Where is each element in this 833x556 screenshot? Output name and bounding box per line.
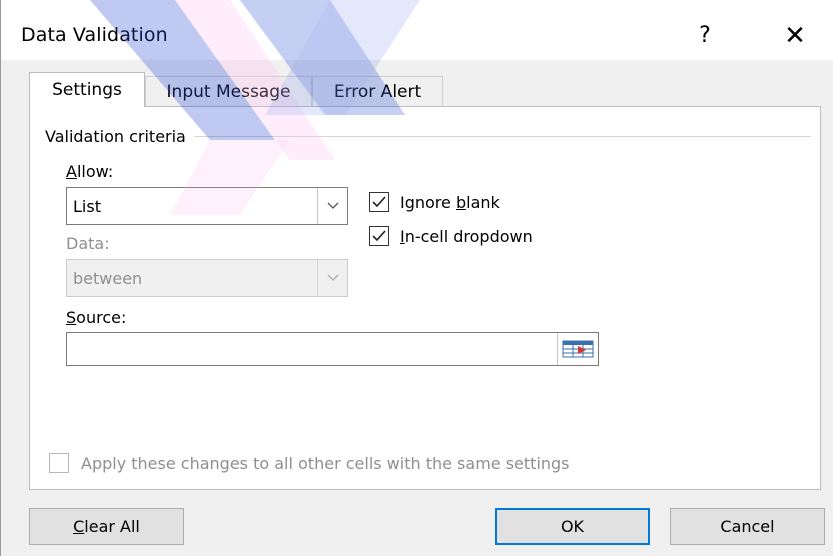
allow-label: Allow: [66, 162, 113, 181]
help-button[interactable]: ? [691, 20, 719, 52]
cancel-button[interactable]: Cancel [670, 508, 825, 545]
ok-button[interactable]: OK [495, 508, 650, 545]
checkmark-icon [372, 196, 386, 208]
source-label-rest: ource: [76, 308, 127, 327]
tab-error-alert[interactable]: Error Alert [312, 76, 443, 106]
chevron-down-icon[interactable] [317, 188, 347, 224]
collapse-range-button[interactable] [557, 333, 598, 365]
tab-input-message[interactable]: Input Message [145, 76, 312, 106]
tab-input-message-label: Input Message [166, 82, 291, 102]
settings-panel [29, 106, 821, 490]
title-bar: Data Validation ? ✕ [1, 0, 833, 60]
ignore-blank-label[interactable]: Ignore blank [400, 193, 500, 212]
in-cell-dropdown-label-rest: n-cell dropdown [404, 227, 533, 246]
chevron-down-icon[interactable] [317, 260, 347, 296]
allow-select-value: List [73, 197, 101, 216]
data-label: Data: [66, 234, 110, 253]
collapse-range-icon [562, 340, 594, 358]
ignore-blank-label-rest: lank [466, 193, 500, 212]
clear-all-accesskey: C [73, 517, 85, 536]
allow-select[interactable]: List [66, 187, 348, 225]
dialog-title: Data Validation [21, 24, 168, 46]
tab-error-alert-label: Error Alert [333, 82, 422, 102]
checkmark-icon [372, 230, 386, 242]
source-input[interactable] [66, 332, 599, 366]
close-button[interactable]: ✕ [779, 20, 811, 52]
tab-settings-label: Settings [52, 80, 122, 100]
data-validation-dialog: Data Validation ? ✕ Settings Input Messa… [0, 0, 833, 556]
allow-label-accesskey: A [66, 162, 77, 181]
ignore-blank-label-pre: Ignore [400, 193, 456, 212]
tab-settings[interactable]: Settings [29, 72, 145, 107]
data-select[interactable]: between [66, 259, 348, 297]
ignore-blank-checkbox[interactable] [369, 192, 389, 212]
clear-all-label-rest: lear All [84, 517, 140, 536]
source-label: Source: [66, 308, 126, 327]
in-cell-dropdown-label[interactable]: In-cell dropdown [400, 227, 533, 246]
apply-to-all-label[interactable]: Apply these changes to all other cells w… [81, 454, 570, 473]
source-label-accesskey: S [66, 308, 77, 327]
ignore-blank-accesskey: b [455, 193, 467, 212]
apply-to-all-checkbox[interactable] [49, 453, 69, 473]
in-cell-dropdown-checkbox[interactable] [369, 226, 389, 246]
allow-label-rest: llow: [76, 162, 114, 181]
validation-criteria-label: Validation criteria [45, 127, 194, 146]
data-select-value: between [73, 269, 143, 288]
clear-all-button[interactable]: Clear All [29, 508, 184, 545]
